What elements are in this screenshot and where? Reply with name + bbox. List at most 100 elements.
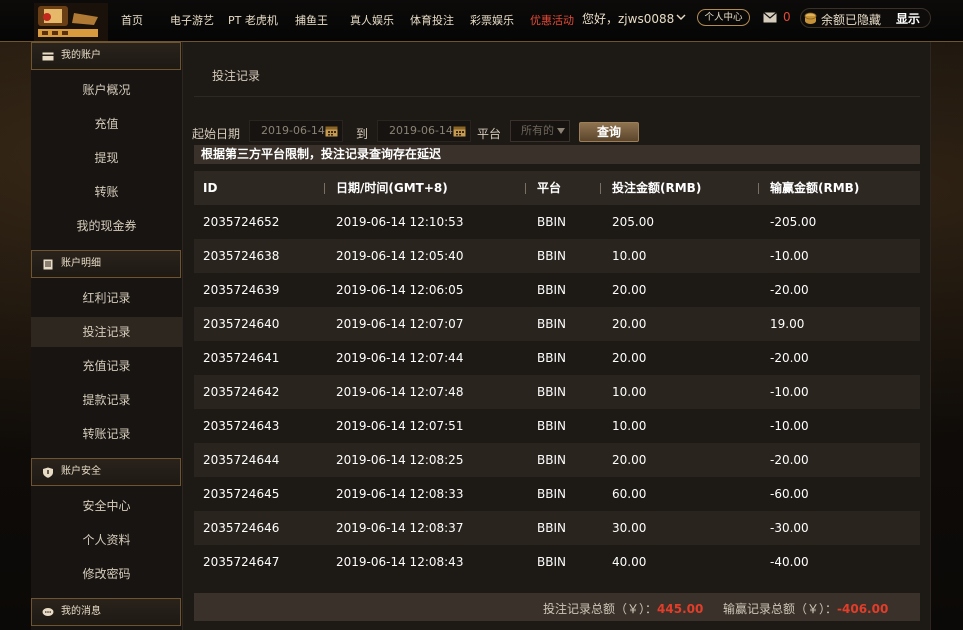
table-cell: 19.00 bbox=[770, 317, 805, 331]
calendar-icon[interactable] bbox=[453, 125, 466, 137]
table-row: 2035724645 2019-06-14 12:08:33 BBIN 60.00 -6… bbox=[194, 477, 920, 511]
nav-item-7[interactable]: 优惠活动 bbox=[530, 12, 574, 28]
table-cell: 2019-06-14 12:08:25 bbox=[336, 453, 464, 467]
table-cell: 20.00 bbox=[612, 317, 647, 331]
nav-item-0[interactable]: 首页 bbox=[121, 12, 143, 28]
start-date-input[interactable]: 2019-06-14 bbox=[249, 120, 343, 142]
top-nav-bar: 首页 电子游艺 PT 老虎机 捕鱼王 真人娱乐 体育投注 彩票娱乐 优惠活动 您好，zjws0… bbox=[0, 0, 963, 42]
nav-item-5[interactable]: 体育投注 bbox=[410, 12, 454, 28]
end-date-value: 2019-06-14 bbox=[389, 124, 453, 137]
table-row: 2035724642 2019-06-14 12:07:48 BBIN 10.00 -1… bbox=[194, 375, 920, 409]
column-divider bbox=[758, 183, 759, 194]
table-cell: -20.00 bbox=[770, 453, 809, 467]
balance-box: 余额已隐藏 显示 bbox=[800, 8, 931, 28]
table-cell: 2019-06-14 12:07:48 bbox=[336, 385, 464, 399]
table-cell: BBIN bbox=[537, 555, 566, 569]
caret-down-icon bbox=[557, 128, 565, 134]
table-row: 2035724639 2019-06-14 12:06:05 BBIN 20.00 -2… bbox=[194, 273, 920, 307]
table-cell: 2035724643 bbox=[203, 419, 280, 433]
table-cell: 2019-06-14 12:07:44 bbox=[336, 351, 464, 365]
nav-item-2[interactable]: PT 老虎机 bbox=[228, 12, 278, 28]
sidebar-item[interactable]: 充值记录 bbox=[31, 351, 182, 381]
sidebar-item[interactable]: 红利记录 bbox=[31, 283, 182, 313]
sidebar-item[interactable]: 充值 bbox=[31, 109, 182, 139]
to-label: 到 bbox=[356, 127, 369, 141]
platform-select-value: 所有的 bbox=[521, 124, 554, 137]
sidebar-item[interactable]: 个人资料 bbox=[31, 525, 182, 555]
table-cell: 2019-06-14 12:08:33 bbox=[336, 487, 464, 501]
table-cell: -10.00 bbox=[770, 385, 809, 399]
start-date-label: 起始日期 bbox=[192, 127, 241, 141]
win-total-label: 输赢记录总额（￥）： bbox=[723, 602, 838, 616]
title-divider bbox=[194, 96, 920, 97]
table-cell: 20.00 bbox=[612, 283, 647, 297]
table-cell: 2019-06-14 12:08:43 bbox=[336, 555, 464, 569]
table-cell: 2035724645 bbox=[203, 487, 280, 501]
table-cell: 40.00 bbox=[612, 555, 647, 569]
mail-icon[interactable] bbox=[763, 12, 777, 23]
table-cell: -40.00 bbox=[770, 555, 809, 569]
query-button[interactable]: 查询 bbox=[579, 122, 639, 142]
sidebar-item[interactable]: 安全中心 bbox=[31, 491, 182, 521]
table-header-cell[interactable]: 平台 bbox=[537, 171, 561, 205]
chevron-down-icon[interactable] bbox=[675, 8, 687, 26]
sidebar-item[interactable]: 提现 bbox=[31, 143, 182, 173]
table-header-cell[interactable]: 投注金额(RMB) bbox=[612, 171, 701, 205]
coin-icon bbox=[804, 12, 817, 24]
sidebar-section-header: 账户明细 bbox=[31, 250, 181, 278]
table-header-cell[interactable]: 日期/时间(GMT+8) bbox=[336, 171, 448, 205]
table-cell: -30.00 bbox=[770, 521, 809, 535]
sidebar-item[interactable]: 投注记录 bbox=[31, 317, 182, 347]
table-row: 2035724652 2019-06-14 12:10:53 BBIN 205.00 -… bbox=[194, 205, 920, 239]
table-cell: 10.00 bbox=[612, 249, 647, 263]
sidebar-item[interactable]: 账户概况 bbox=[31, 75, 182, 105]
mail-count-badge[interactable]: 0 bbox=[783, 10, 791, 24]
table-cell: -20.00 bbox=[770, 283, 809, 297]
table-cell: 30.00 bbox=[612, 521, 647, 535]
nav-item-3[interactable]: 捕鱼王 bbox=[295, 12, 328, 28]
table-cell: BBIN bbox=[537, 351, 566, 365]
table-row: 2035724643 2019-06-14 12:07:51 BBIN 10.00 -1… bbox=[194, 409, 920, 443]
sidebar-section-title: 账户明细 bbox=[61, 258, 101, 269]
site-logo[interactable] bbox=[34, 3, 108, 41]
table-cell: 2035724640 bbox=[203, 317, 280, 331]
user-greeting[interactable]: 您好，zjws0088 bbox=[582, 10, 674, 27]
table-cell: 20.00 bbox=[612, 453, 647, 467]
end-date-input[interactable]: 2019-06-14 bbox=[377, 120, 471, 142]
table-cell: 2035724647 bbox=[203, 555, 280, 569]
bet-total: 投注记录总额（￥）：445.00 bbox=[543, 600, 703, 617]
sidebar-item[interactable]: 转账记录 bbox=[31, 419, 182, 449]
user-center-button[interactable]: 个人中心 bbox=[697, 9, 750, 26]
table-cell: -10.00 bbox=[770, 419, 809, 433]
calendar-icon[interactable] bbox=[325, 125, 338, 137]
sidebar-item[interactable]: 修改密码 bbox=[31, 559, 182, 589]
table-cell: 2035724641 bbox=[203, 351, 280, 365]
nav-item-6[interactable]: 彩票娱乐 bbox=[470, 12, 514, 28]
table-cell: 2019-06-14 12:05:40 bbox=[336, 249, 464, 263]
table-cell: BBIN bbox=[537, 215, 566, 229]
table-cell: 2035724642 bbox=[203, 385, 280, 399]
nav-item-4[interactable]: 真人娱乐 bbox=[350, 12, 394, 28]
sidebar-item[interactable]: 我的现金券 bbox=[31, 211, 182, 241]
table-header-cell[interactable]: 输赢金额(RMB) bbox=[770, 171, 859, 205]
platform-select[interactable]: 所有的 bbox=[510, 120, 570, 142]
sidebar-item[interactable]: 提款记录 bbox=[31, 385, 182, 415]
bet-total-value: 445.00 bbox=[657, 602, 704, 616]
table-cell: BBIN bbox=[537, 249, 566, 263]
nav-item-1[interactable]: 电子游艺 bbox=[170, 12, 214, 28]
balance-hidden-text: 余额已隐藏 bbox=[821, 13, 882, 27]
table-cell: BBIN bbox=[537, 283, 566, 297]
table-cell: 20.00 bbox=[612, 351, 647, 365]
table-cell: 2035724638 bbox=[203, 249, 280, 263]
table-cell: 10.00 bbox=[612, 419, 647, 433]
sidebar-section-header: 我的账户 bbox=[31, 42, 181, 70]
sidebar-item[interactable]: 转账 bbox=[31, 177, 182, 207]
table-cell: BBIN bbox=[537, 419, 566, 433]
table-cell: BBIN bbox=[537, 453, 566, 467]
table-row: 2035724647 2019-06-14 12:08:43 BBIN 40.00 -4… bbox=[194, 545, 920, 579]
show-balance-button[interactable]: 显示 bbox=[896, 10, 920, 27]
table-cell: BBIN bbox=[537, 521, 566, 535]
shield-icon bbox=[43, 467, 53, 478]
table-header-cell[interactable]: ID bbox=[203, 171, 217, 205]
main-content: 投注记录 起始日期 2019-06-14 到 2019-06-14 平台 所有的… bbox=[182, 42, 931, 630]
